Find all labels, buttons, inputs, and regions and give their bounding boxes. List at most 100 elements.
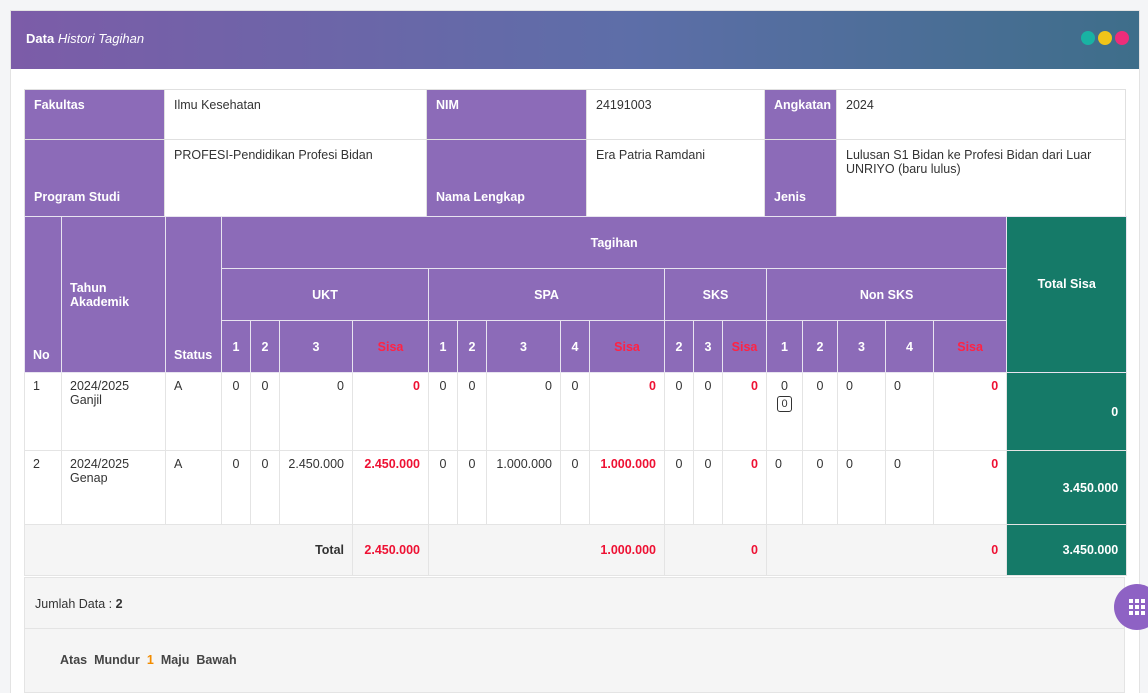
angkatan-label: Angkatan [764,89,837,140]
spa-sisa: 1.000.000 [589,450,665,525]
nonsks-col-4: 4 [885,320,934,373]
table-row: 1 2024/2025 Ganjil A 0 0 0 0 0 0 0 0 0 0… [24,372,1128,451]
row-no: 1 [24,372,62,451]
nonsks-sisa: 0 [932,450,1008,525]
nama-label: Nama Lengkap [426,139,587,217]
ukt-2: 0 [250,372,280,451]
col-spa: SPA [428,268,665,321]
dot-teal-icon[interactable] [1081,31,1095,45]
nonsks-1: 0 0 [766,372,803,451]
nonsks-col-1: 1 [766,320,803,373]
nonsks-1: 0 [766,450,803,525]
nama-value: Era Patria Ramdani [586,139,765,217]
pager-mundur-link[interactable]: Mundur [94,653,140,667]
total-row: Total 2.450.000 1.000.000 0 0 3.450.000 [24,524,1128,576]
table-row: 2 2024/2025 Genap A 0 0 2.450.000 2.450.… [24,450,1128,525]
sks-col-2: 2 [664,320,694,373]
pager-maju-link[interactable]: Maju [161,653,189,667]
total-sisa: 3.450.000 [1006,450,1128,525]
spa-col-sisa: Sisa [589,320,665,373]
nonsks-1-value: 0 [781,379,788,393]
spa-1: 0 [428,372,458,451]
nonsks-2: 0 [802,450,838,525]
col-no: No [24,216,62,373]
nonsks-2: 0 [802,372,838,451]
nim-value: 24191003 [586,89,765,140]
jumlah-label: Jumlah Data : [35,597,116,611]
col-ukt: UKT [221,268,429,321]
nonsks-3: 0 [837,372,886,451]
sks-3: 0 [693,450,723,525]
col-tagihan: Tagihan [220,216,1008,269]
panel-header: Data Histori Tagihan [11,11,1139,69]
row-no: 2 [24,450,62,525]
billing-table: No Tahun Akademik Status Tagihan Total S… [24,216,1128,576]
spa-col-4: 4 [560,320,590,373]
dot-pink-icon[interactable] [1115,31,1129,45]
spa-col-1: 1 [428,320,458,373]
col-status: Status [165,216,222,373]
spa-2: 0 [457,450,487,525]
spa-3: 1.000.000 [486,450,561,525]
history-panel: Data Histori Tagihan Fakultas Ilmu Keseh… [10,10,1140,693]
nonsks-4: 0 [885,372,934,451]
ukt-1: 0 [221,450,251,525]
col-total-sisa: Total Sisa [1006,216,1128,373]
sks-col-3: 3 [693,320,723,373]
col-tahun-akademik: Tahun Akademik [61,216,166,373]
edit-input[interactable]: 0 [777,396,792,412]
ukt-sisa: 0 [352,372,429,451]
spa-4: 0 [560,450,590,525]
nonsks-4: 0 [885,450,934,525]
col-nonsks: Non SKS [765,268,1008,321]
spa-3: 0 [486,372,561,451]
row-status: A [165,450,222,525]
window-dots [1081,31,1129,45]
fakultas-label: Fakultas [24,89,165,140]
dot-yellow-icon[interactable] [1098,31,1112,45]
row-tahun: 2024/2025 Genap [61,450,166,525]
jenis-label: Jenis [764,139,837,217]
nonsks-col-2: 2 [802,320,838,373]
ukt-3: 0 [279,372,353,451]
total-label: Total [24,524,353,576]
prodi-value: PROFESI-Pendidikan Profesi Bidan [164,139,427,217]
total-sks: 0 [664,524,767,576]
total-total-sisa: 3.450.000 [1006,524,1128,576]
nonsks-col-sisa: Sisa [932,320,1008,373]
ukt-sisa: 2.450.000 [352,450,429,525]
col-sks: SKS [664,268,767,321]
jumlah-value: 2 [115,597,123,611]
nonsks-3: 0 [837,450,886,525]
panel-title: Data Histori Tagihan [26,31,145,46]
spa-col-3: 3 [486,320,561,373]
spa-2: 0 [457,372,487,451]
sks-2: 0 [664,372,694,451]
ukt-1: 0 [221,372,251,451]
ukt-3: 2.450.000 [279,450,353,525]
pager-atas-link[interactable]: Atas [60,653,87,667]
pager-current-page[interactable]: 1 [147,653,154,667]
prodi-label: Program Studi [24,139,165,217]
spa-1: 0 [428,450,458,525]
nonsks-col-3: 3 [837,320,886,373]
total-ukt: 2.450.000 [352,524,429,576]
pager-bawah-link[interactable]: Bawah [196,653,236,667]
ukt-col-1: 1 [221,320,251,373]
ukt-col-sisa: Sisa [352,320,429,373]
grid-icon [1129,599,1145,615]
spa-sisa: 0 [589,372,665,451]
row-tahun: 2024/2025 Ganjil [61,372,166,451]
total-spa: 1.000.000 [428,524,665,576]
total-nonsks: 0 [765,524,1008,576]
ukt-col-3: 3 [279,320,353,373]
pagination: Atas Mundur 1 Maju Bawah [24,629,1125,693]
nonsks-sisa: 0 [932,372,1008,451]
sks-3: 0 [693,372,723,451]
total-sisa: 0 [1006,372,1128,451]
ukt-2: 0 [250,450,280,525]
jumlah-data: Jumlah Data : 2 [24,577,1125,629]
sks-sisa: 0 [722,450,767,525]
ukt-col-2: 2 [250,320,280,373]
angkatan-value: 2024 [836,89,1126,140]
